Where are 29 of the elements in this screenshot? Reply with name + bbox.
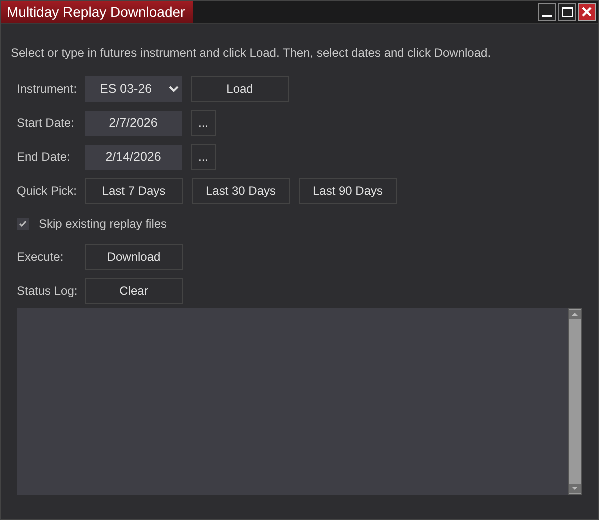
scroll-down-icon[interactable]	[569, 484, 581, 493]
scroll-up-icon[interactable]	[569, 310, 581, 319]
minimize-button[interactable]	[538, 3, 556, 21]
field-label: End Date:	[17, 149, 72, 166]
field-label: Status Log:	[17, 283, 79, 300]
checkbox[interactable]	[17, 218, 29, 230]
field-label: Instrument:	[17, 81, 78, 98]
instructions-text: Select or type in futures instrument and click Load. Then, select dates and click Download.	[11, 45, 492, 62]
load-button[interactable]: Load	[191, 76, 289, 102]
close-icon	[582, 7, 592, 17]
clear-button[interactable]: Clear	[85, 278, 183, 304]
date-picker-button[interactable]: ...	[191, 110, 216, 136]
field-label: Execute:	[17, 249, 65, 266]
date-field[interactable]: 2/7/2026	[85, 110, 182, 136]
download-button[interactable]: Download	[85, 244, 183, 270]
quick-pick-button[interactable]: Last 30 Days	[192, 178, 290, 204]
field-label: Quick Pick:	[17, 183, 78, 200]
date-field[interactable]: 2/14/2026	[85, 144, 182, 170]
quick-pick-button[interactable]: Last 7 Days	[85, 178, 183, 204]
date-picker-button[interactable]: ...	[191, 144, 216, 170]
instrument-dropdown[interactable]: ES 03-26	[85, 76, 182, 102]
checkbox-label: Skip existing replay files	[39, 216, 168, 233]
window-title: Multiday Replay Downloader	[1, 1, 194, 23]
scrollbar[interactable]	[568, 308, 582, 495]
chevron-down-icon	[169, 86, 179, 92]
quick-pick-button[interactable]: Last 90 Days	[299, 178, 397, 204]
close-button[interactable]	[578, 3, 596, 21]
field-label: Start Date:	[17, 115, 76, 132]
maximize-button[interactable]	[558, 3, 576, 21]
